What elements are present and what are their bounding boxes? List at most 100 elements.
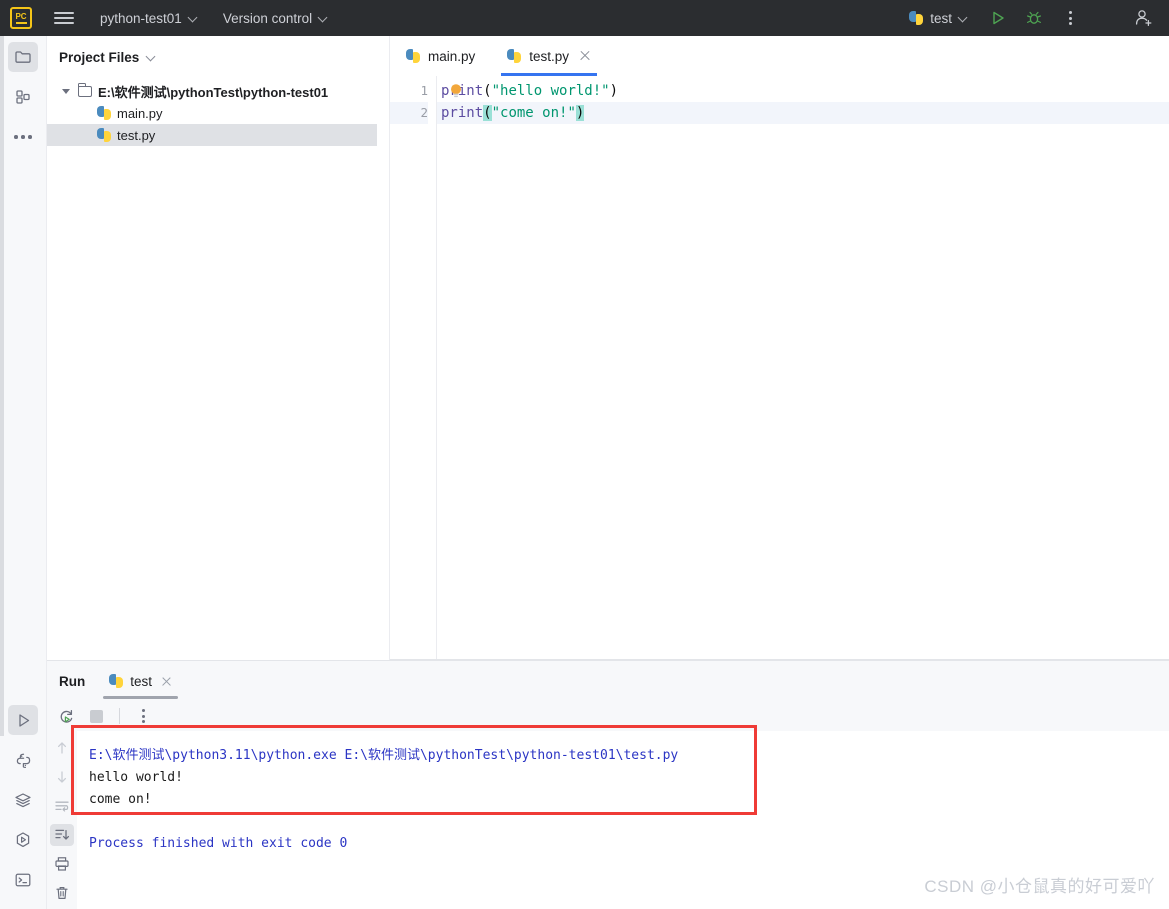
code-lines[interactable]: print("hello world!") print("come on!")	[437, 76, 1169, 660]
stop-button[interactable]	[83, 704, 109, 728]
code-token-function: print	[441, 105, 484, 121]
hamburger-icon[interactable]	[54, 12, 74, 24]
tree-row-test-py[interactable]: test.py	[47, 124, 377, 146]
rail-item-run[interactable]	[8, 705, 38, 735]
more-vertical-icon	[141, 709, 145, 723]
stop-icon	[89, 709, 103, 723]
tree-root-label: E:\软件测试\pythonTest\python-test01	[98, 84, 329, 100]
code-token-string: "hello world!"	[491, 83, 610, 99]
tree-item-label: test.py	[117, 127, 156, 143]
code-editor[interactable]: 1 2 print("hello world!") print("come on…	[390, 76, 1169, 660]
console-gutter	[47, 731, 77, 909]
scroll-up-icon	[57, 742, 67, 754]
project-panel-title: Project Files	[59, 49, 140, 65]
dot	[14, 135, 18, 139]
soft-wrap-icon	[55, 801, 69, 812]
rerun-icon	[60, 709, 72, 723]
intention-bulb-icon[interactable]	[449, 83, 463, 99]
run-session-tab[interactable]: test	[103, 661, 178, 701]
rail-item-python-console[interactable]	[8, 825, 38, 855]
run-button[interactable]	[983, 3, 1013, 33]
pycharm-logo-text: PC	[15, 11, 27, 21]
project-panel-header[interactable]: Project Files	[47, 36, 389, 78]
python-file-icon	[507, 49, 522, 63]
tree-row-root[interactable]: E:\软件测试\pythonTest\python-test01	[47, 80, 389, 102]
pycharm-logo-underline	[15, 21, 27, 24]
rail-item-more[interactable]	[8, 122, 38, 152]
console-line-command: E:\软件测试\python3.11\python.exe E:\软件测试\py…	[89, 748, 679, 763]
clear-all-button[interactable]	[50, 882, 74, 904]
chevron-down-icon	[319, 14, 327, 22]
more-tools-icon	[14, 135, 32, 139]
code-line-2[interactable]: print("come on!")	[437, 102, 1169, 124]
dot	[21, 135, 25, 139]
expand-caret-icon[interactable]	[59, 88, 72, 94]
python-file-icon	[97, 106, 111, 120]
python-file-icon	[109, 674, 124, 688]
rail-item-python-packages[interactable]	[8, 745, 38, 775]
run-session-tab-label: test	[130, 673, 153, 689]
chevron-down-icon	[189, 14, 197, 22]
rail-item-structure[interactable]	[8, 82, 38, 112]
rail-item-project[interactable]	[8, 42, 38, 72]
scroll-down-button[interactable]	[50, 766, 74, 788]
chevron-down-icon[interactable]	[147, 53, 155, 61]
add-user-icon	[1135, 10, 1152, 27]
console-line-process-status: Process finished with exit code 0	[89, 836, 348, 851]
editor-tab-label: test.py	[529, 48, 570, 64]
run-toolbar	[47, 701, 1169, 731]
code-token-paren: )	[609, 83, 619, 99]
run-more-actions-button[interactable]	[130, 704, 156, 728]
rerun-button[interactable]	[53, 704, 79, 728]
kebab-dot	[1068, 11, 1072, 14]
line-number: 1	[420, 83, 428, 98]
print-button[interactable]	[50, 853, 74, 875]
python-file-icon	[406, 49, 420, 63]
project-folder-icon	[15, 51, 31, 63]
editor-tab-bar: main.py test.py	[390, 36, 1169, 76]
watermark-text: CSDN @小仓鼠真的好可爱吖	[924, 877, 1155, 896]
tree-row-main-py[interactable]: main.py	[47, 102, 389, 124]
rail-item-terminal[interactable]	[8, 865, 38, 895]
kebab-dot	[1068, 22, 1072, 25]
code-line-1[interactable]: print("hello world!")	[437, 80, 1169, 102]
editor-tab-test-py[interactable]: test.py	[491, 36, 607, 76]
code-token-paren-highlight: )	[575, 105, 585, 121]
scroll-up-button[interactable]	[50, 737, 74, 759]
python-console-icon	[16, 832, 30, 848]
close-icon[interactable]	[161, 676, 172, 687]
python-file-icon	[909, 11, 924, 25]
toolbar-divider	[119, 708, 120, 724]
project-tree: E:\软件测试\pythonTest\python-test01 main.py…	[47, 78, 389, 146]
line-number: 2	[390, 102, 428, 124]
folder-icon	[77, 82, 92, 97]
rail-top-group	[0, 42, 46, 152]
editor-tab-main-py[interactable]: main.py	[390, 36, 491, 76]
account-button[interactable]	[1129, 3, 1159, 33]
run-configuration-selector[interactable]: test	[909, 11, 967, 26]
console-line-output: come on!	[89, 792, 152, 807]
project-files-panel: Project Files E:\软件测试\pythonTest\python-…	[47, 36, 390, 660]
more-actions-button[interactable]	[1055, 3, 1085, 33]
run-play-icon	[993, 11, 1004, 25]
tree-item-label: main.py	[117, 105, 163, 121]
terminal-icon	[15, 873, 31, 887]
run-panel-title: Run	[59, 673, 86, 689]
print-icon	[55, 857, 69, 871]
editor-tab-label: main.py	[428, 48, 476, 64]
close-icon[interactable]	[579, 50, 591, 62]
editor-area: main.py test.py 1 2 print("hello world!"…	[390, 36, 1169, 660]
soft-wrap-button[interactable]	[50, 795, 74, 817]
structure-icon	[16, 90, 30, 104]
title-bar: PC python-test01 Version control test	[0, 0, 1169, 36]
scroll-to-end-button[interactable]	[50, 824, 74, 846]
run-tab-bar: Run test	[47, 661, 1169, 701]
code-token-string: "come on!"	[491, 105, 576, 121]
kebab-dot	[141, 714, 145, 718]
rail-item-database[interactable]	[8, 785, 38, 815]
pycharm-logo-icon: PC	[10, 7, 32, 29]
debug-button[interactable]	[1019, 3, 1049, 33]
project-selector-label: python-test01	[100, 10, 182, 26]
project-selector[interactable]: python-test01	[100, 11, 197, 26]
version-control-menu[interactable]: Version control	[223, 11, 327, 26]
